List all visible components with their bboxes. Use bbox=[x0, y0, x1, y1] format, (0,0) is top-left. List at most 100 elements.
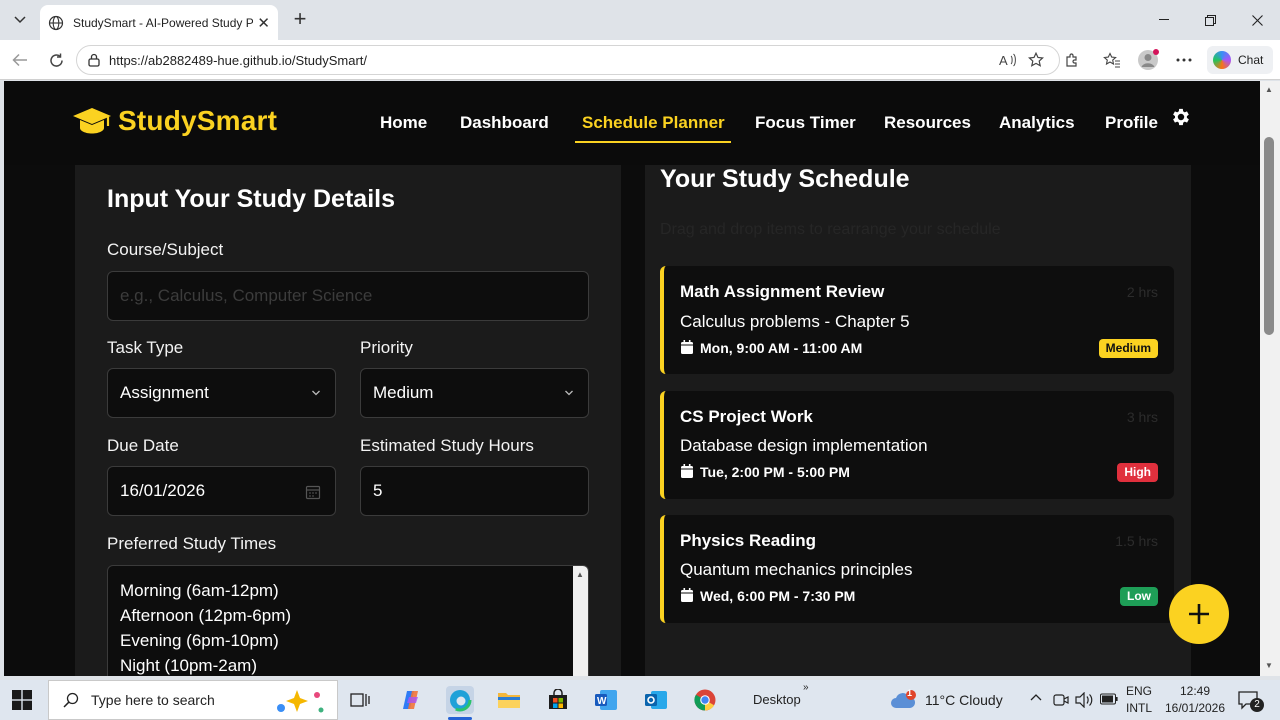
copilot-icon bbox=[1213, 51, 1231, 69]
nav-home[interactable]: Home bbox=[380, 113, 427, 133]
page-viewport: StudySmart Home Dashboard Schedule Plann… bbox=[4, 81, 1260, 676]
desktop-expand-icon[interactable]: » bbox=[803, 682, 809, 693]
priority-select[interactable]: Medium bbox=[360, 368, 589, 418]
due-date-input[interactable]: 16/01/2026 bbox=[107, 466, 336, 516]
weather-text[interactable]: 11°C Cloudy bbox=[925, 692, 1003, 708]
add-task-button[interactable] bbox=[1169, 584, 1229, 644]
priority-label: Priority bbox=[360, 338, 413, 357]
priority-badge: Medium bbox=[1098, 339, 1158, 358]
clock[interactable]: 12:49 16/01/2026 bbox=[1160, 684, 1230, 715]
volume-icon[interactable] bbox=[1075, 692, 1093, 708]
meet-now-icon[interactable] bbox=[1053, 692, 1069, 708]
listbox-scrollbar[interactable]: ▲ bbox=[573, 566, 588, 676]
favorite-star-icon[interactable] bbox=[1024, 48, 1048, 72]
course-input[interactable]: e.g., Calculus, Computer Science bbox=[107, 271, 589, 321]
close-window-icon[interactable] bbox=[1234, 0, 1280, 40]
taskbar-search[interactable]: Type here to search bbox=[48, 680, 338, 720]
hours-value: 5 bbox=[373, 481, 383, 500]
schedule-card[interactable]: CS Project Work 3 hrs Database design im… bbox=[660, 391, 1174, 499]
course-label: Course/Subject bbox=[107, 240, 224, 259]
calendar-picker-icon[interactable] bbox=[305, 484, 321, 500]
settings-gear-icon[interactable] bbox=[1170, 106, 1192, 128]
site-logo[interactable]: StudySmart bbox=[72, 105, 277, 137]
weather-alert-count: 1 bbox=[907, 688, 913, 698]
clock-date: 16/01/2026 bbox=[1164, 701, 1226, 715]
desktop-label[interactable]: Desktop bbox=[753, 692, 801, 707]
card-time: Tue, 2:00 PM - 5:00 PM bbox=[700, 464, 850, 480]
nav-dashboard[interactable]: Dashboard bbox=[460, 113, 549, 133]
due-date-label: Due Date bbox=[107, 436, 179, 455]
file-explorer-icon[interactable] bbox=[495, 686, 523, 714]
study-time-option[interactable]: Afternoon (12pm-6pm) bbox=[108, 603, 588, 628]
outlook-icon[interactable] bbox=[642, 686, 670, 714]
study-times-listbox[interactable]: Morning (6am-12pm) Afternoon (12pm-6pm) … bbox=[107, 565, 589, 676]
tab-close-icon[interactable]: ✕ bbox=[257, 14, 270, 32]
nav-resources[interactable]: Resources bbox=[884, 113, 971, 133]
schedule-card[interactable]: Math Assignment Review 2 hrs Calculus pr… bbox=[660, 266, 1174, 374]
battery-icon[interactable] bbox=[1100, 693, 1118, 705]
word-icon[interactable]: W bbox=[592, 686, 620, 714]
back-arrow-icon[interactable] bbox=[8, 48, 32, 72]
study-time-option[interactable]: Night (10pm-2am) bbox=[108, 653, 588, 676]
chat-label: Chat bbox=[1238, 53, 1264, 67]
notification-count: 2 bbox=[1250, 698, 1264, 712]
nav-profile[interactable]: Profile bbox=[1105, 113, 1158, 133]
windows-taskbar: Type here to search W Desktop » 1 11°C C… bbox=[0, 680, 1280, 720]
nav-focus-timer[interactable]: Focus Timer bbox=[755, 113, 856, 133]
priority-badge: High bbox=[1117, 463, 1158, 482]
browser-tab[interactable]: StudySmart - AI-Powered Study Pl ✕ bbox=[40, 5, 278, 40]
card-title: CS Project Work bbox=[680, 407, 813, 426]
site-info-icon[interactable] bbox=[87, 53, 101, 67]
page-scrollbar[interactable]: ▲ ▼ bbox=[1260, 81, 1280, 676]
brand-name: StudySmart bbox=[118, 105, 278, 136]
hours-input[interactable]: 5 bbox=[360, 466, 589, 516]
more-options-icon[interactable] bbox=[1172, 48, 1196, 72]
show-hidden-icons[interactable] bbox=[1030, 690, 1042, 704]
scroll-up-icon[interactable]: ▲ bbox=[1264, 85, 1274, 95]
card-hours: 2 hrs bbox=[1126, 284, 1158, 300]
url-field[interactable]: https://ab2882489-hue.github.io/StudySma… bbox=[76, 45, 1060, 75]
chrome-icon[interactable] bbox=[691, 686, 719, 714]
hours-label: Estimated Study Hours bbox=[360, 436, 534, 455]
card-hours: 3 hrs bbox=[1126, 409, 1158, 425]
schedule-card[interactable]: Physics Reading 1.5 hrs Quantum mechanic… bbox=[660, 515, 1174, 623]
study-time-option[interactable]: Evening (6pm-10pm) bbox=[108, 628, 588, 653]
drag-hint: Drag and drop items to rearrange your sc… bbox=[660, 221, 1001, 238]
priority-value: Medium bbox=[373, 383, 434, 402]
study-time-option[interactable]: Morning (6am-12pm) bbox=[108, 578, 588, 603]
url-text: https://ab2882489-hue.github.io/StudySma… bbox=[109, 52, 368, 68]
microsoft-store-icon[interactable] bbox=[544, 686, 572, 714]
tab-list-chevron-icon[interactable] bbox=[8, 8, 32, 32]
weather-cloud-icon[interactable] bbox=[890, 690, 918, 710]
windows-start-icon[interactable] bbox=[12, 690, 32, 710]
nav-analytics[interactable]: Analytics bbox=[999, 113, 1075, 133]
edge-browser-icon[interactable] bbox=[446, 686, 474, 714]
favorites-icon[interactable] bbox=[1100, 48, 1124, 72]
extensions-icon[interactable] bbox=[1060, 48, 1084, 72]
scroll-down-icon[interactable]: ▼ bbox=[1264, 661, 1274, 671]
read-aloud-icon[interactable]: A bbox=[996, 48, 1020, 72]
address-bar-row: https://ab2882489-hue.github.io/StudySma… bbox=[0, 40, 1280, 80]
scroll-thumb[interactable] bbox=[1264, 137, 1274, 335]
task-type-select[interactable]: Assignment bbox=[107, 368, 336, 418]
minimize-icon[interactable] bbox=[1141, 0, 1187, 40]
nav-schedule-planner[interactable]: Schedule Planner bbox=[582, 113, 725, 133]
language-indicator[interactable]: ENG INTL bbox=[1122, 684, 1156, 715]
scroll-up-icon[interactable]: ▲ bbox=[576, 570, 584, 579]
calendar-icon bbox=[681, 588, 693, 602]
schedule-heading: Your Study Schedule bbox=[660, 165, 910, 193]
card-time: Wed, 6:00 PM - 7:30 PM bbox=[700, 588, 856, 604]
reload-icon[interactable] bbox=[44, 48, 68, 72]
active-nav-underline bbox=[575, 141, 731, 143]
copilot-taskbar-icon[interactable] bbox=[397, 686, 425, 714]
profile-avatar-icon[interactable] bbox=[1136, 48, 1160, 72]
copilot-chat-button[interactable]: Chat bbox=[1207, 46, 1273, 74]
task-type-value: Assignment bbox=[120, 383, 209, 402]
restore-icon[interactable] bbox=[1187, 0, 1233, 40]
calendar-icon bbox=[681, 340, 693, 354]
task-view-icon[interactable] bbox=[346, 686, 374, 714]
card-description: Quantum mechanics principles bbox=[680, 560, 913, 579]
due-date-value: 16/01/2026 bbox=[120, 481, 206, 500]
card-title: Physics Reading bbox=[680, 531, 817, 550]
new-tab-icon[interactable]: + bbox=[288, 8, 312, 32]
